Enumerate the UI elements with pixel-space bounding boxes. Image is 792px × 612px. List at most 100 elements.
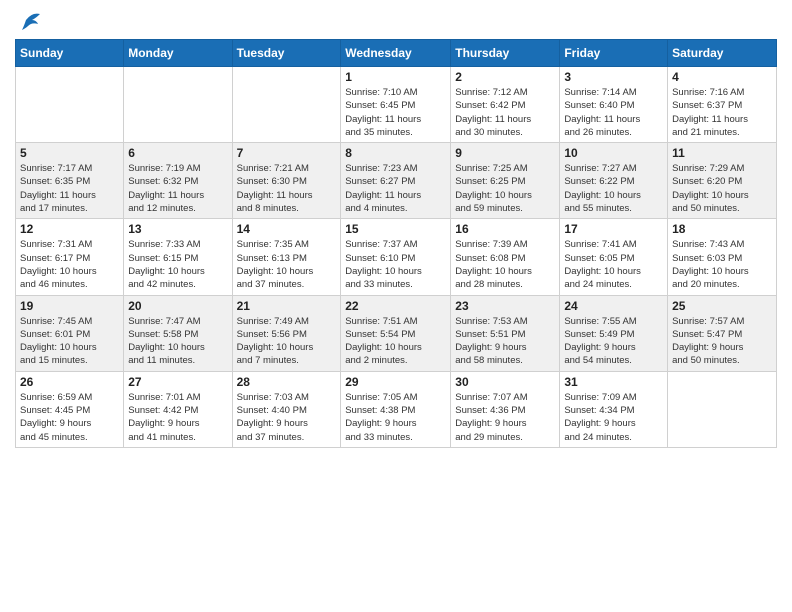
day-info: Sunrise: 7:29 AM Sunset: 6:20 PM Dayligh… [672, 162, 772, 215]
calendar-week-row: 19 Sunrise: 7:45 AM Sunset: 6:01 PM Dayli… [16, 295, 777, 371]
weekday-header-thursday: Thursday [451, 40, 560, 67]
header [15, 10, 777, 31]
calendar-cell: 14 Sunrise: 7:35 AM Sunset: 6:13 PM Dayli… [232, 219, 341, 295]
day-info: Sunrise: 7:09 AM Sunset: 4:34 PM Dayligh… [564, 391, 663, 444]
day-number: 15 [345, 222, 446, 236]
calendar-cell: 8 Sunrise: 7:23 AM Sunset: 6:27 PM Daylig… [341, 143, 451, 219]
calendar-cell: 31 Sunrise: 7:09 AM Sunset: 4:34 PM Dayli… [560, 371, 668, 447]
day-number: 24 [564, 299, 663, 313]
day-number: 10 [564, 146, 663, 160]
calendar-week-row: 12 Sunrise: 7:31 AM Sunset: 6:17 PM Dayli… [16, 219, 777, 295]
calendar-cell: 29 Sunrise: 7:05 AM Sunset: 4:38 PM Dayli… [341, 371, 451, 447]
calendar-cell: 3Sunrise: 7:14 AM Sunset: 6:40 PM Daylig… [560, 67, 668, 143]
calendar-cell: 27 Sunrise: 7:01 AM Sunset: 4:42 PM Dayli… [124, 371, 232, 447]
day-info: Sunrise: 7:39 AM Sunset: 6:08 PM Dayligh… [455, 238, 555, 291]
day-number: 1 [345, 70, 446, 84]
calendar-cell: 1 Sunrise: 7:10 AM Sunset: 6:45 PM Daylig… [341, 67, 451, 143]
day-info: Sunrise: 7:35 AM Sunset: 6:13 PM Dayligh… [237, 238, 337, 291]
day-info: Sunrise: 7:31 AM Sunset: 6:17 PM Dayligh… [20, 238, 119, 291]
day-number: 2 [455, 70, 555, 84]
calendar-week-row: 5 Sunrise: 7:17 AM Sunset: 6:35 PM Daylig… [16, 143, 777, 219]
calendar-cell: 15 Sunrise: 7:37 AM Sunset: 6:10 PM Dayli… [341, 219, 451, 295]
calendar-cell [16, 67, 124, 143]
day-number: 25 [672, 299, 772, 313]
calendar-cell: 7Sunrise: 7:21 AM Sunset: 6:30 PM Daylig… [232, 143, 341, 219]
calendar-cell: 10 Sunrise: 7:27 AM Sunset: 6:22 PM Dayli… [560, 143, 668, 219]
logo-bird-icon [18, 10, 40, 35]
calendar-cell: 25 Sunrise: 7:57 AM Sunset: 5:47 PM Dayli… [668, 295, 777, 371]
weekday-header-monday: Monday [124, 40, 232, 67]
calendar-cell: 18Sunrise: 7:43 AM Sunset: 6:03 PM Dayli… [668, 219, 777, 295]
day-info: Sunrise: 7:33 AM Sunset: 6:15 PM Dayligh… [128, 238, 227, 291]
day-info: Sunrise: 7:25 AM Sunset: 6:25 PM Dayligh… [455, 162, 555, 215]
calendar-cell: 26 Sunrise: 6:59 AM Sunset: 4:45 PM Dayli… [16, 371, 124, 447]
day-info: Sunrise: 7:12 AM Sunset: 6:42 PM Dayligh… [455, 86, 555, 139]
day-info: Sunrise: 7:01 AM Sunset: 4:42 PM Dayligh… [128, 391, 227, 444]
day-info: Sunrise: 7:10 AM Sunset: 6:45 PM Dayligh… [345, 86, 446, 139]
day-number: 16 [455, 222, 555, 236]
calendar-cell: 19 Sunrise: 7:45 AM Sunset: 6:01 PM Dayli… [16, 295, 124, 371]
day-number: 20 [128, 299, 227, 313]
calendar-cell: 20 Sunrise: 7:47 AM Sunset: 5:58 PM Dayli… [124, 295, 232, 371]
day-number: 9 [455, 146, 555, 160]
calendar-cell: 2 Sunrise: 7:12 AM Sunset: 6:42 PM Daylig… [451, 67, 560, 143]
calendar-cell: 12 Sunrise: 7:31 AM Sunset: 6:17 PM Dayli… [16, 219, 124, 295]
day-number: 31 [564, 375, 663, 389]
day-info: Sunrise: 7:43 AM Sunset: 6:03 PM Dayligh… [672, 238, 772, 291]
weekday-header-saturday: Saturday [668, 40, 777, 67]
day-info: Sunrise: 7:05 AM Sunset: 4:38 PM Dayligh… [345, 391, 446, 444]
day-info: Sunrise: 7:03 AM Sunset: 4:40 PM Dayligh… [237, 391, 337, 444]
calendar-cell: 5 Sunrise: 7:17 AM Sunset: 6:35 PM Daylig… [16, 143, 124, 219]
day-info: Sunrise: 7:45 AM Sunset: 6:01 PM Dayligh… [20, 315, 119, 368]
day-number: 28 [237, 375, 337, 389]
day-number: 26 [20, 375, 119, 389]
day-info: Sunrise: 7:17 AM Sunset: 6:35 PM Dayligh… [20, 162, 119, 215]
calendar-cell: 21Sunrise: 7:49 AM Sunset: 5:56 PM Dayli… [232, 295, 341, 371]
day-info: Sunrise: 7:57 AM Sunset: 5:47 PM Dayligh… [672, 315, 772, 368]
day-info: Sunrise: 7:53 AM Sunset: 5:51 PM Dayligh… [455, 315, 555, 368]
calendar-cell: 11 Sunrise: 7:29 AM Sunset: 6:20 PM Dayli… [668, 143, 777, 219]
day-number: 22 [345, 299, 446, 313]
day-number: 23 [455, 299, 555, 313]
weekday-header-sunday: Sunday [16, 40, 124, 67]
weekday-header-tuesday: Tuesday [232, 40, 341, 67]
day-info: Sunrise: 7:16 AM Sunset: 6:37 PM Dayligh… [672, 86, 772, 139]
day-number: 11 [672, 146, 772, 160]
calendar-cell: 30Sunrise: 7:07 AM Sunset: 4:36 PM Dayli… [451, 371, 560, 447]
day-number: 29 [345, 375, 446, 389]
calendar-table: SundayMondayTuesdayWednesdayThursdayFrid… [15, 39, 777, 448]
calendar-cell [124, 67, 232, 143]
calendar-cell: 6Sunrise: 7:19 AM Sunset: 6:32 PM Daylig… [124, 143, 232, 219]
day-info: Sunrise: 7:47 AM Sunset: 5:58 PM Dayligh… [128, 315, 227, 368]
day-number: 5 [20, 146, 119, 160]
day-info: Sunrise: 7:21 AM Sunset: 6:30 PM Dayligh… [237, 162, 337, 215]
weekday-header-friday: Friday [560, 40, 668, 67]
day-number: 12 [20, 222, 119, 236]
day-info: Sunrise: 7:19 AM Sunset: 6:32 PM Dayligh… [128, 162, 227, 215]
weekday-header-row: SundayMondayTuesdayWednesdayThursdayFrid… [16, 40, 777, 67]
day-info: Sunrise: 7:27 AM Sunset: 6:22 PM Dayligh… [564, 162, 663, 215]
calendar-cell: 4Sunrise: 7:16 AM Sunset: 6:37 PM Daylig… [668, 67, 777, 143]
calendar-cell: 28 Sunrise: 7:03 AM Sunset: 4:40 PM Dayli… [232, 371, 341, 447]
page-container: SundayMondayTuesdayWednesdayThursdayFrid… [0, 0, 792, 458]
calendar-cell: 22 Sunrise: 7:51 AM Sunset: 5:54 PM Dayli… [341, 295, 451, 371]
day-info: Sunrise: 6:59 AM Sunset: 4:45 PM Dayligh… [20, 391, 119, 444]
day-number: 27 [128, 375, 227, 389]
calendar-cell [232, 67, 341, 143]
day-number: 19 [20, 299, 119, 313]
day-number: 17 [564, 222, 663, 236]
day-info: Sunrise: 7:37 AM Sunset: 6:10 PM Dayligh… [345, 238, 446, 291]
day-number: 14 [237, 222, 337, 236]
calendar-cell: 9 Sunrise: 7:25 AM Sunset: 6:25 PM Daylig… [451, 143, 560, 219]
weekday-header-wednesday: Wednesday [341, 40, 451, 67]
day-number: 13 [128, 222, 227, 236]
day-info: Sunrise: 7:23 AM Sunset: 6:27 PM Dayligh… [345, 162, 446, 215]
calendar-cell [668, 371, 777, 447]
calendar-cell: 17Sunrise: 7:41 AM Sunset: 6:05 PM Dayli… [560, 219, 668, 295]
day-number: 8 [345, 146, 446, 160]
calendar-cell: 13 Sunrise: 7:33 AM Sunset: 6:15 PM Dayli… [124, 219, 232, 295]
day-info: Sunrise: 7:51 AM Sunset: 5:54 PM Dayligh… [345, 315, 446, 368]
calendar-cell: 16 Sunrise: 7:39 AM Sunset: 6:08 PM Dayli… [451, 219, 560, 295]
day-number: 3 [564, 70, 663, 84]
calendar-cell: 24Sunrise: 7:55 AM Sunset: 5:49 PM Dayli… [560, 295, 668, 371]
